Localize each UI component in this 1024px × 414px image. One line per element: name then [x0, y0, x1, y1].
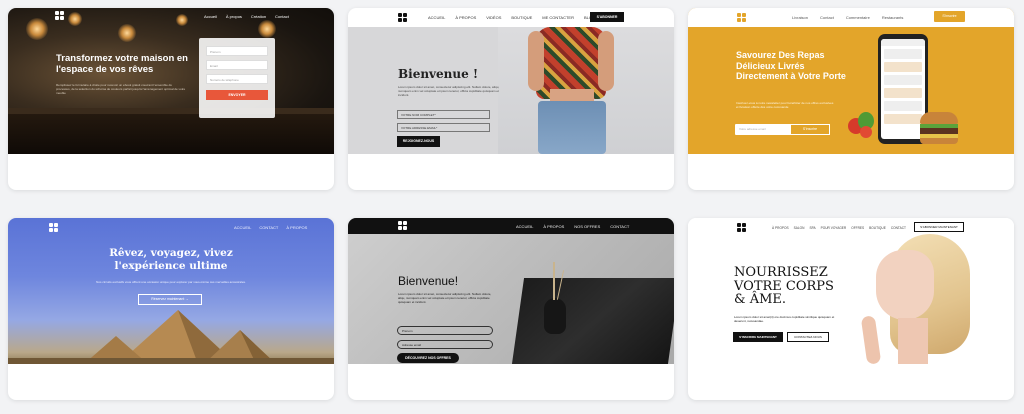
subscribe-now-button[interactable]: S'ABONNER MAINTENANT: [914, 222, 964, 232]
template-card-interior[interactable]: Accueil À propos Création Contact Transf…: [8, 8, 334, 190]
nav-item[interactable]: CONTACT: [891, 226, 906, 230]
nav-item[interactable]: ACCUEIL: [516, 224, 533, 229]
template-preview-travel: ACCUEIL CONTACT À PROPOS Rêvez, voyagez,…: [8, 218, 334, 364]
lead-form: Prénom Email Numéro de téléphone ENVOYER: [199, 38, 275, 118]
join-button[interactable]: REJOIGNEZ-NOUS: [397, 136, 440, 147]
email-field[interactable]: VOTRE ADRESSE EMAIL*: [397, 123, 490, 132]
submit-button[interactable]: ENVOYER: [206, 90, 268, 100]
email-field[interactable]: Email: [206, 60, 268, 70]
nav-item[interactable]: Contact: [820, 15, 834, 20]
marble-table-image: [511, 278, 674, 364]
logo-icon[interactable]: [737, 13, 746, 22]
top-nav: ACCUEIL À PROPOS NOS OFFRES CONTACT: [516, 224, 629, 229]
newsletter-signup-button[interactable]: S'inscrire: [790, 124, 830, 135]
nav-item[interactable]: À propos: [226, 14, 242, 19]
burger-image: [920, 112, 958, 146]
template-preview-fashion: ACCUEIL À PROPOS VIDÉOS BOUTIQUE ME CONT…: [348, 8, 674, 154]
phone-field[interactable]: Numéro de téléphone: [206, 74, 268, 84]
template-preview-spa: À PROPOS SALON SPA POUR VOYAGER OFFRES B…: [688, 218, 1014, 364]
template-preview-food: Livraison Contact Commentaire Restaurant…: [688, 8, 1014, 154]
logo-icon[interactable]: [55, 11, 64, 20]
logo-icon[interactable]: [398, 13, 407, 22]
logo-icon[interactable]: [398, 221, 407, 230]
nav-item[interactable]: Création: [251, 14, 266, 19]
contact-button[interactable]: CONTACTEZ-NOUS: [787, 332, 829, 342]
nav-item[interactable]: À PROPOS: [543, 224, 564, 229]
nav-item[interactable]: OFFRES: [851, 226, 864, 230]
nav-item[interactable]: BOUTIQUE: [511, 15, 532, 20]
nav-item[interactable]: À PROPOS: [772, 226, 789, 230]
nav-item[interactable]: SPA: [809, 226, 815, 230]
first-name-field[interactable]: Prénom: [397, 326, 493, 335]
logo-icon[interactable]: [737, 223, 746, 232]
nav-item[interactable]: NOS OFFRES: [574, 224, 600, 229]
top-nav: Livraison Contact Commentaire Restaurant…: [792, 15, 903, 20]
full-name-field[interactable]: VOTRE NOM COMPLET*: [397, 110, 490, 119]
hero-headline: NOURRISSEZ VOTRE CORPS & ÂME.: [734, 266, 834, 307]
hero-headline: Transformez votre maison en l'espace de …: [56, 53, 188, 75]
discover-offers-button[interactable]: DÉCOUVREZ NOS OFFRES: [397, 353, 459, 363]
pyramids-image: [8, 310, 334, 364]
hero-headline: Bienvenue !: [398, 67, 479, 81]
hero-body: Inscrivez-vous à notre newsletter pour b…: [736, 101, 834, 109]
template-preview-interior-offers: ACCUEIL À PROPOS NOS OFFRES CONTACT Bien…: [348, 218, 674, 364]
signup-nav-button[interactable]: S'inscrire: [934, 11, 965, 22]
hero-body: Remplissez le formulaire à droite pour r…: [56, 83, 186, 95]
subscribe-button[interactable]: S'ABONNER: [590, 12, 624, 22]
vase-image: [544, 298, 566, 334]
nav-item[interactable]: Restaurants: [882, 15, 904, 20]
nav-item[interactable]: ACCUEIL: [428, 15, 445, 20]
headline-line: VOTRE CORPS: [734, 278, 834, 294]
hero-headline: Savourez Des Repas Délicieux Livrés Dire…: [736, 50, 846, 81]
template-card-food[interactable]: Livraison Contact Commentaire Restaurant…: [688, 8, 1014, 190]
nav-item[interactable]: Accueil: [204, 14, 217, 19]
nav-item[interactable]: CONTACT: [610, 224, 629, 229]
nav-item[interactable]: Commentaire: [846, 15, 870, 20]
template-card-fashion[interactable]: ACCUEIL À PROPOS VIDÉOS BOUTIQUE ME CONT…: [348, 8, 674, 190]
vegetables-image: [848, 110, 876, 140]
headline-line: NOURRISSEZ: [734, 265, 828, 280]
hero-body: Lorem ipsum dolor sit amet(it) ore ducim…: [734, 315, 835, 323]
top-nav: À PROPOS SALON SPA POUR VOYAGER OFFRES B…: [772, 226, 906, 230]
nav-item[interactable]: ME CONTACTER: [542, 15, 574, 20]
hero-headline: Bienvenue!: [398, 274, 459, 288]
template-card-travel[interactable]: ACCUEIL CONTACT À PROPOS Rêvez, voyagez,…: [8, 218, 334, 400]
template-card-interior-offers[interactable]: ACCUEIL À PROPOS NOS OFFRES CONTACT Bien…: [348, 218, 674, 400]
nav-item[interactable]: À PROPOS: [455, 15, 476, 20]
hero-body: Lorem ipsum dolor sit amet, consectetur …: [398, 292, 492, 304]
headline-line: & ÂME.: [734, 292, 787, 307]
nav-item[interactable]: Livraison: [792, 15, 808, 20]
portrait-image: [838, 232, 1014, 364]
first-name-field[interactable]: Prénom: [206, 46, 268, 56]
top-nav: ACCUEIL À PROPOS VIDÉOS BOUTIQUE ME CONT…: [428, 15, 595, 20]
email-field[interactable]: Adresse email: [397, 340, 493, 349]
model-photo: [498, 27, 674, 154]
nav-item[interactable]: BOUTIQUE: [869, 226, 886, 230]
template-card-spa[interactable]: À PROPOS SALON SPA POUR VOYAGER OFFRES B…: [688, 218, 1014, 400]
template-preview-interior: Accueil À propos Création Contact Transf…: [8, 8, 334, 154]
signup-now-button[interactable]: S'INSCRIRE MAINTENANT: [733, 332, 783, 342]
nav-item[interactable]: SALON: [794, 226, 805, 230]
hero-body: Lorem ipsum dolor sit amet, consectetur …: [398, 85, 500, 97]
nav-item[interactable]: VIDÉOS: [486, 15, 501, 20]
top-nav: Accueil À propos Création Contact: [204, 14, 289, 19]
nav-item[interactable]: POUR VOYAGER: [821, 226, 847, 230]
nav-item[interactable]: Contact: [275, 14, 289, 19]
